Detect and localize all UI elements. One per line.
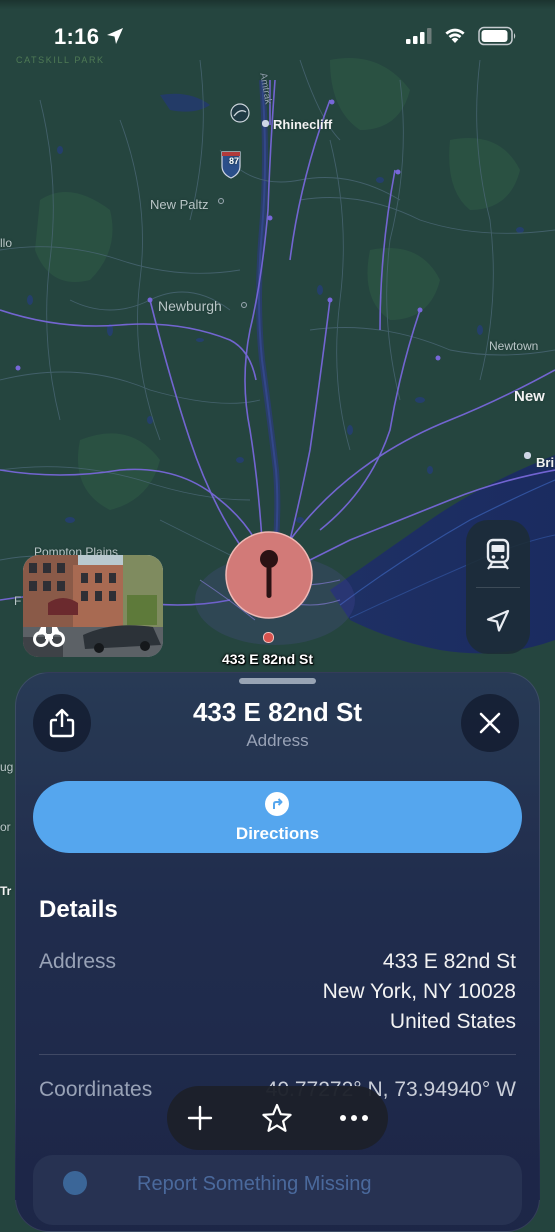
directions-icon bbox=[265, 792, 289, 816]
pin-label[interactable]: 433 E 82nd St bbox=[0, 651, 535, 667]
battery-icon bbox=[478, 26, 516, 46]
sheet-grabber[interactable] bbox=[239, 678, 316, 684]
more-button[interactable] bbox=[322, 1086, 386, 1150]
location-pin-icon[interactable] bbox=[224, 530, 314, 620]
status-time: 1:16 bbox=[54, 24, 100, 49]
favorite-button[interactable] bbox=[245, 1086, 309, 1150]
map-label-edge-f: F bbox=[14, 594, 22, 608]
map-label-edge-llo: llo bbox=[0, 236, 13, 250]
cellular-signal-icon bbox=[406, 28, 432, 44]
address-line-1[interactable]: 433 E 82nd St bbox=[383, 950, 516, 974]
city-dot bbox=[262, 120, 269, 127]
pin-target-dot bbox=[263, 632, 274, 643]
star-icon bbox=[262, 1103, 292, 1132]
map-label-edge-ug: ug bbox=[0, 760, 14, 774]
highway-shield-label: 87 bbox=[229, 156, 240, 166]
map-label-new[interactable]: New bbox=[514, 388, 545, 405]
coordinates-label: Coordinates bbox=[39, 1078, 153, 1101]
map-label-newburgh[interactable]: Newburgh bbox=[158, 298, 222, 314]
location-arrow-icon bbox=[486, 609, 510, 632]
map-label-edge-tr: Tr bbox=[0, 884, 12, 898]
map-label-newtown[interactable]: Newtown bbox=[489, 339, 538, 353]
place-subtitle: Address bbox=[246, 731, 309, 750]
report-icon bbox=[63, 1171, 87, 1195]
city-dot bbox=[218, 198, 224, 204]
address-line-3[interactable]: United States bbox=[390, 1010, 516, 1034]
directions-label: Directions bbox=[235, 824, 320, 843]
place-title: 433 E 82nd St bbox=[192, 697, 363, 727]
report-missing-label: Report Something Missing bbox=[137, 1173, 372, 1195]
plus-icon bbox=[187, 1105, 213, 1131]
details-divider bbox=[39, 1054, 516, 1055]
transit-mode-button[interactable] bbox=[466, 520, 530, 587]
details-heading: Details bbox=[39, 896, 118, 923]
add-button[interactable] bbox=[168, 1086, 232, 1150]
map-controls bbox=[466, 520, 530, 654]
map-label-rhinecliff[interactable]: Rhinecliff bbox=[273, 117, 332, 132]
wifi-icon bbox=[445, 28, 465, 43]
address-line-2[interactable]: New York, NY 10028 bbox=[323, 980, 516, 1004]
city-dot bbox=[241, 302, 247, 308]
address-label: Address bbox=[39, 950, 117, 973]
status-bar: 1:16 bbox=[0, 0, 555, 70]
current-location-button[interactable] bbox=[466, 587, 530, 654]
binoculars-icon bbox=[33, 627, 65, 647]
map-label-new-paltz[interactable]: New Paltz bbox=[150, 197, 209, 212]
look-around-thumbnail[interactable] bbox=[23, 555, 163, 657]
location-services-icon bbox=[107, 28, 123, 44]
tram-icon bbox=[486, 538, 510, 570]
ellipsis-icon bbox=[340, 1115, 368, 1121]
map-label-bri[interactable]: Bri bbox=[536, 455, 554, 470]
city-dot bbox=[524, 452, 531, 459]
